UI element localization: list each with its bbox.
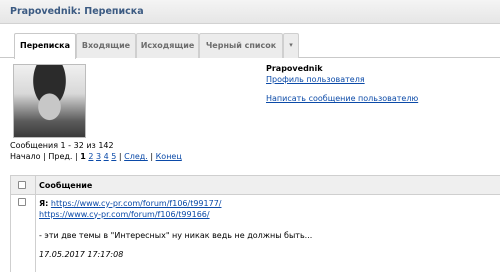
send-message-link[interactable]: Написать сообщение пользователю [266,94,418,103]
message-link-2[interactable]: https://www.cy-pr.com/forum/f106/t99166/ [39,210,210,219]
column-divider [35,195,36,272]
pager-page-link[interactable]: 4 [104,152,109,161]
row-select-checkbox[interactable] [18,198,26,206]
tab-outbox[interactable]: Исходящие [136,33,199,58]
table-row: Я: https://www.cy-pr.com/forum/f106/t991… [10,195,500,272]
table-header: Сообщение [10,175,500,195]
message-timestamp: 17.05.2017 17:17:08 [39,249,124,259]
pager-page-current: 1 [80,152,86,161]
message-author: Я: [39,199,49,208]
message-text: - эти две темы в "Интересных" ну никак в… [39,231,313,240]
tab-bar: Переписка Входящие Исходящие Черный спис… [0,24,500,59]
tab-more-dropdown[interactable]: ▾ [283,33,299,58]
message-link-1[interactable]: https://www.cy-pr.com/forum/f106/t99177/ [51,199,222,208]
pager-prev: Пред. [48,152,73,161]
tab-conversation[interactable]: Переписка [14,33,76,59]
message-column-header: Сообщение [39,181,93,190]
tab-blacklist[interactable]: Черный список [199,33,283,58]
pager-page-link[interactable]: 3 [96,152,101,161]
pager-start: Начало [10,152,41,161]
column-divider [35,176,36,194]
tab-inbox[interactable]: Входящие [76,33,136,58]
avatar [13,64,86,138]
page-title: Prapovednik: Переписка [0,0,500,24]
pager-page-link[interactable]: 5 [111,152,116,161]
message-content: Я: https://www.cy-pr.com/forum/f106/t991… [39,199,499,260]
pagination: Начало | Пред. | 1 2 3 4 5 | След. | Кон… [10,152,182,161]
user-info: Prapovednik Профиль пользователя Написат… [266,64,418,103]
pager-page-link[interactable]: 2 [88,152,93,161]
select-all-checkbox[interactable] [18,181,26,189]
pager-next[interactable]: След. [124,152,148,161]
user-profile-link[interactable]: Профиль пользователя [266,75,418,84]
messages-range: Сообщения 1 - 32 из 142 [10,141,114,150]
pager-end[interactable]: Конец [156,152,182,161]
username: Prapovednik [266,64,323,73]
